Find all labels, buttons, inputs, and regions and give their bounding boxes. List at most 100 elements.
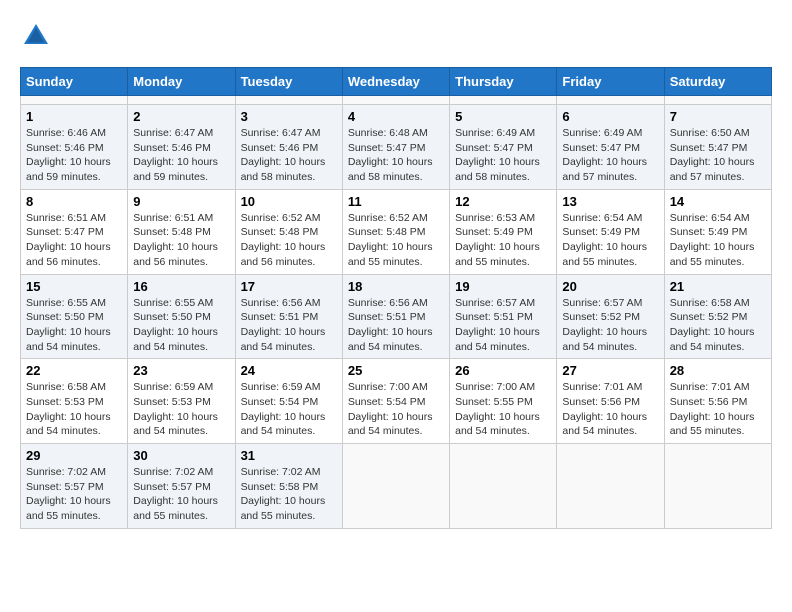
calendar-cell: 22 Sunrise: 6:58 AM Sunset: 5:53 PM Dayli… — [21, 359, 128, 444]
calendar-header-row: SundayMondayTuesdayWednesdayThursdayFrid… — [21, 68, 772, 96]
day-info: Sunrise: 6:54 AM Sunset: 5:49 PM Dayligh… — [670, 211, 766, 270]
day-number: 9 — [133, 194, 229, 209]
day-info: Sunrise: 6:57 AM Sunset: 5:51 PM Dayligh… — [455, 296, 551, 355]
day-number: 23 — [133, 363, 229, 378]
day-info: Sunrise: 7:00 AM Sunset: 5:55 PM Dayligh… — [455, 380, 551, 439]
calendar-cell: 28Sunrise: 7:01 AM Sunset: 5:56 PM Dayli… — [664, 359, 771, 444]
day-number: 4 — [348, 109, 444, 124]
day-info: Sunrise: 7:02 AM Sunset: 5:57 PM Dayligh… — [133, 465, 229, 524]
calendar-cell: 13Sunrise: 6:54 AM Sunset: 5:49 PM Dayli… — [557, 189, 664, 274]
calendar-week-row: 29 Sunrise: 7:02 AM Sunset: 5:57 PM Dayli… — [21, 444, 772, 529]
calendar-cell — [128, 96, 235, 105]
day-number: 2 — [133, 109, 229, 124]
calendar-cell: 15Sunrise: 6:55 AM Sunset: 5:50 PM Dayli… — [21, 274, 128, 359]
calendar-cell: 29 Sunrise: 7:02 AM Sunset: 5:57 PM Dayli… — [21, 444, 128, 529]
day-info: Sunrise: 6:50 AM Sunset: 5:47 PM Dayligh… — [670, 126, 766, 185]
column-header-tuesday: Tuesday — [235, 68, 342, 96]
day-info: Sunrise: 6:54 AM Sunset: 5:49 PM Dayligh… — [562, 211, 658, 270]
day-info: Sunrise: 6:48 AM Sunset: 5:47 PM Dayligh… — [348, 126, 444, 185]
day-number: 15 — [26, 279, 122, 294]
logo-icon — [20, 20, 52, 52]
calendar-week-row: 22 Sunrise: 6:58 AM Sunset: 5:53 PM Dayli… — [21, 359, 772, 444]
day-number: 19 — [455, 279, 551, 294]
day-number: 18 — [348, 279, 444, 294]
day-number: 28 — [670, 363, 766, 378]
calendar-cell: 2 Sunrise: 6:47 AM Sunset: 5:46 PM Daylig… — [128, 105, 235, 190]
day-number: 8 — [26, 194, 122, 209]
calendar-week-row: 15Sunrise: 6:55 AM Sunset: 5:50 PM Dayli… — [21, 274, 772, 359]
day-info: Sunrise: 6:47 AM Sunset: 5:46 PM Dayligh… — [241, 126, 337, 185]
calendar-cell: 17 Sunrise: 6:56 AM Sunset: 5:51 PM Dayli… — [235, 274, 342, 359]
day-info: Sunrise: 6:53 AM Sunset: 5:49 PM Dayligh… — [455, 211, 551, 270]
day-info: Sunrise: 6:59 AM Sunset: 5:54 PM Dayligh… — [241, 380, 337, 439]
day-info: Sunrise: 6:52 AM Sunset: 5:48 PM Dayligh… — [241, 211, 337, 270]
day-number: 21 — [670, 279, 766, 294]
day-info: Sunrise: 6:51 AM Sunset: 5:48 PM Dayligh… — [133, 211, 229, 270]
day-number: 22 — [26, 363, 122, 378]
day-number: 14 — [670, 194, 766, 209]
calendar-cell: 9 Sunrise: 6:51 AM Sunset: 5:48 PM Daylig… — [128, 189, 235, 274]
day-info: Sunrise: 6:56 AM Sunset: 5:51 PM Dayligh… — [348, 296, 444, 355]
column-header-sunday: Sunday — [21, 68, 128, 96]
header — [20, 20, 772, 52]
calendar-cell — [21, 96, 128, 105]
calendar-body: 1 Sunrise: 6:46 AM Sunset: 5:46 PM Daylig… — [21, 96, 772, 529]
day-number: 6 — [562, 109, 658, 124]
calendar-cell: 24 Sunrise: 6:59 AM Sunset: 5:54 PM Dayli… — [235, 359, 342, 444]
day-info: Sunrise: 7:01 AM Sunset: 5:56 PM Dayligh… — [562, 380, 658, 439]
calendar-cell: 21 Sunrise: 6:58 AM Sunset: 5:52 PM Dayli… — [664, 274, 771, 359]
day-number: 12 — [455, 194, 551, 209]
day-number: 30 — [133, 448, 229, 463]
day-info: Sunrise: 6:56 AM Sunset: 5:51 PM Dayligh… — [241, 296, 337, 355]
calendar-cell: 26Sunrise: 7:00 AM Sunset: 5:55 PM Dayli… — [450, 359, 557, 444]
calendar-cell: 8 Sunrise: 6:51 AM Sunset: 5:47 PM Daylig… — [21, 189, 128, 274]
day-info: Sunrise: 6:58 AM Sunset: 5:53 PM Dayligh… — [26, 380, 122, 439]
calendar-cell: 31 Sunrise: 7:02 AM Sunset: 5:58 PM Dayli… — [235, 444, 342, 529]
day-number: 7 — [670, 109, 766, 124]
day-info: Sunrise: 6:46 AM Sunset: 5:46 PM Dayligh… — [26, 126, 122, 185]
day-info: Sunrise: 6:58 AM Sunset: 5:52 PM Dayligh… — [670, 296, 766, 355]
calendar-table: SundayMondayTuesdayWednesdayThursdayFrid… — [20, 67, 772, 529]
day-number: 17 — [241, 279, 337, 294]
calendar-week-row — [21, 96, 772, 105]
calendar-cell — [450, 96, 557, 105]
day-info: Sunrise: 6:49 AM Sunset: 5:47 PM Dayligh… — [562, 126, 658, 185]
day-number: 20 — [562, 279, 658, 294]
column-header-thursday: Thursday — [450, 68, 557, 96]
calendar-cell: 4 Sunrise: 6:48 AM Sunset: 5:47 PM Daylig… — [342, 105, 449, 190]
calendar-cell — [664, 96, 771, 105]
calendar-week-row: 8 Sunrise: 6:51 AM Sunset: 5:47 PM Daylig… — [21, 189, 772, 274]
day-number: 11 — [348, 194, 444, 209]
day-info: Sunrise: 7:02 AM Sunset: 5:58 PM Dayligh… — [241, 465, 337, 524]
calendar-cell — [664, 444, 771, 529]
day-info: Sunrise: 7:02 AM Sunset: 5:57 PM Dayligh… — [26, 465, 122, 524]
day-info: Sunrise: 6:47 AM Sunset: 5:46 PM Dayligh… — [133, 126, 229, 185]
calendar-cell: 5Sunrise: 6:49 AM Sunset: 5:47 PM Daylig… — [450, 105, 557, 190]
day-number: 29 — [26, 448, 122, 463]
calendar-cell: 18 Sunrise: 6:56 AM Sunset: 5:51 PM Dayli… — [342, 274, 449, 359]
day-number: 27 — [562, 363, 658, 378]
calendar-cell: 30 Sunrise: 7:02 AM Sunset: 5:57 PM Dayli… — [128, 444, 235, 529]
day-info: Sunrise: 6:59 AM Sunset: 5:53 PM Dayligh… — [133, 380, 229, 439]
calendar-cell: 11 Sunrise: 6:52 AM Sunset: 5:48 PM Dayli… — [342, 189, 449, 274]
calendar-cell — [235, 96, 342, 105]
column-header-monday: Monday — [128, 68, 235, 96]
calendar-week-row: 1 Sunrise: 6:46 AM Sunset: 5:46 PM Daylig… — [21, 105, 772, 190]
calendar-cell: 20Sunrise: 6:57 AM Sunset: 5:52 PM Dayli… — [557, 274, 664, 359]
calendar-cell — [342, 444, 449, 529]
calendar-cell — [557, 96, 664, 105]
calendar-cell: 6 Sunrise: 6:49 AM Sunset: 5:47 PM Daylig… — [557, 105, 664, 190]
day-number: 1 — [26, 109, 122, 124]
calendar-cell: 19 Sunrise: 6:57 AM Sunset: 5:51 PM Dayli… — [450, 274, 557, 359]
day-number: 31 — [241, 448, 337, 463]
day-number: 24 — [241, 363, 337, 378]
day-info: Sunrise: 6:51 AM Sunset: 5:47 PM Dayligh… — [26, 211, 122, 270]
calendar-cell: 16Sunrise: 6:55 AM Sunset: 5:50 PM Dayli… — [128, 274, 235, 359]
calendar-cell: 3Sunrise: 6:47 AM Sunset: 5:46 PM Daylig… — [235, 105, 342, 190]
column-header-friday: Friday — [557, 68, 664, 96]
day-info: Sunrise: 7:00 AM Sunset: 5:54 PM Dayligh… — [348, 380, 444, 439]
calendar-cell — [557, 444, 664, 529]
day-info: Sunrise: 6:52 AM Sunset: 5:48 PM Dayligh… — [348, 211, 444, 270]
calendar-cell: 1 Sunrise: 6:46 AM Sunset: 5:46 PM Daylig… — [21, 105, 128, 190]
day-number: 10 — [241, 194, 337, 209]
